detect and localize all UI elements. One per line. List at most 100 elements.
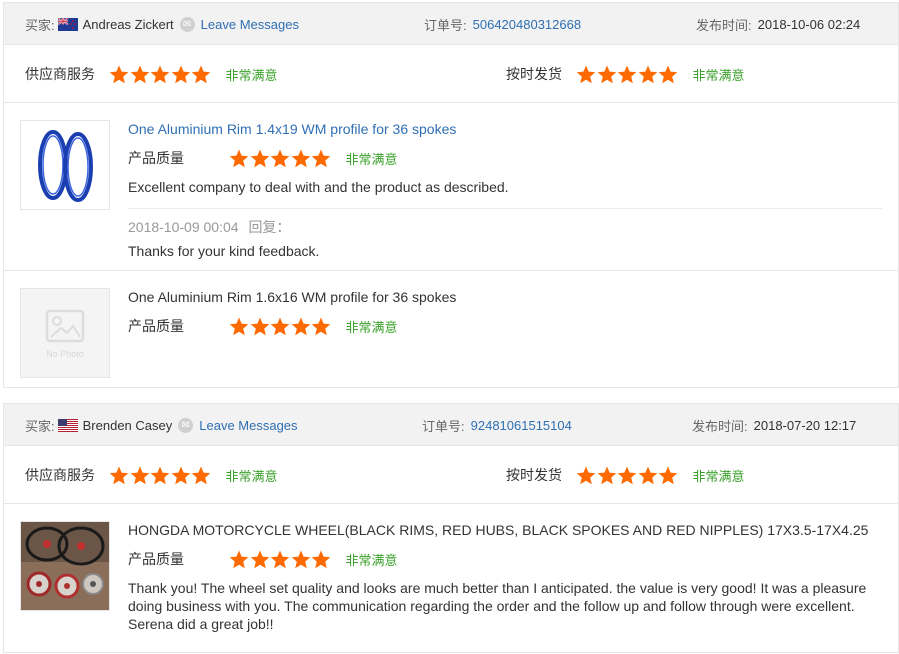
star-icon — [291, 550, 311, 569]
product-quality-stars — [229, 550, 332, 569]
star-icon — [109, 466, 129, 485]
review-header: 买家: Brenden Casey ✉ Leave Messages 订单号: … — [4, 404, 898, 446]
message-icon[interactable]: ✉ — [179, 16, 195, 32]
buyer-feedback: Thank you! The wheel set quality and loo… — [128, 580, 867, 632]
star-icon — [270, 550, 290, 569]
blue-rims-image — [21, 121, 109, 209]
star-icon — [597, 466, 617, 485]
product-quality-satisfaction: 非常满意 — [345, 552, 398, 568]
order-number-link[interactable]: 92481061515104 — [471, 418, 572, 433]
buyer-label: 买家: — [25, 418, 55, 434]
review-item: No Photo One Aluminium Rim 1.6x16 WM pro… — [4, 271, 898, 387]
product-quality-satisfaction: 非常满意 — [345, 151, 398, 167]
date-label: 发布时间: — [692, 418, 748, 434]
product-title: One Aluminium Rim 1.6x16 WM profile for … — [128, 289, 457, 305]
star-icon — [658, 65, 678, 84]
star-icon — [250, 550, 270, 569]
review-date: 2018-07-20 12:17 — [753, 417, 857, 433]
star-icon — [171, 466, 191, 485]
product-thumbnail[interactable]: No Photo — [20, 288, 110, 378]
reply-label: 回复： — [248, 219, 291, 235]
star-icon — [229, 550, 249, 569]
order-label: 订单号: — [422, 418, 465, 434]
star-icon — [109, 65, 129, 84]
star-icon — [270, 149, 290, 168]
leave-messages-link[interactable]: Leave Messages — [201, 17, 299, 32]
us-flag-icon — [57, 418, 78, 432]
product-quality-stars — [229, 317, 332, 336]
star-icon — [229, 149, 249, 168]
star-icon — [150, 65, 170, 84]
product-quality-label: 产品质量 — [128, 150, 184, 166]
buyer-feedback: Excellent company to deal with and the p… — [128, 179, 509, 195]
reply-time: 2018-10-09 00:04 — [128, 219, 239, 235]
star-icon — [250, 149, 270, 168]
order-number-link[interactable]: 506420480312668 — [473, 17, 581, 32]
review-card: 买家: Brenden Casey ✉ Leave Messages 订单号: … — [3, 403, 899, 653]
leave-messages-link[interactable]: Leave Messages — [199, 418, 297, 433]
star-icon — [658, 466, 678, 485]
star-icon — [597, 65, 617, 84]
star-icon — [311, 317, 331, 336]
reply-divider — [128, 208, 882, 209]
review-card: 买家: Andreas Zickert ✉ Leave Messages 订单号… — [3, 2, 899, 388]
star-icon — [130, 65, 150, 84]
no-photo-placeholder-icon: No Photo — [45, 309, 85, 359]
star-icon — [617, 466, 637, 485]
supplier-service-label: 供应商服务 — [25, 66, 95, 82]
date-label: 发布时间: — [696, 17, 752, 33]
star-icon — [311, 149, 331, 168]
on-time-shipping-satisfaction: 非常满意 — [692, 67, 745, 83]
star-icon — [191, 65, 211, 84]
star-icon — [150, 466, 170, 485]
order-label: 订单号: — [424, 17, 467, 33]
supplier-service-stars — [109, 65, 212, 84]
star-icon — [191, 466, 211, 485]
product-quality-label: 产品质量 — [128, 551, 184, 567]
on-time-shipping-label: 按时发货 — [506, 467, 562, 483]
buyer-name: Brenden Casey — [82, 417, 173, 433]
product-title: HONGDA MOTORCYCLE WHEEL(BLACK RIMS, RED … — [128, 522, 869, 538]
buyer-label: 买家: — [25, 17, 55, 33]
on-time-shipping-label: 按时发货 — [506, 66, 562, 82]
star-icon — [576, 65, 596, 84]
no-photo-text: No Photo — [46, 349, 84, 359]
product-thumbnail[interactable] — [20, 521, 110, 611]
review-date: 2018-10-06 02:24 — [757, 16, 861, 32]
seller-reply: Thanks for your kind feedback. — [128, 243, 320, 259]
star-icon — [638, 466, 658, 485]
supplier-service-satisfaction: 非常满意 — [225, 67, 278, 83]
seller-ratings: 供应商服务 非常满意 按时发货 非常满意 — [4, 446, 898, 504]
reply-meta: 2018-10-09 00:04 回复： — [128, 217, 882, 237]
star-icon — [171, 65, 191, 84]
star-icon — [229, 317, 249, 336]
buyer-name: Andreas Zickert — [82, 16, 174, 32]
product-quality-stars — [229, 149, 332, 168]
review-header: 买家: Andreas Zickert ✉ Leave Messages 订单号… — [4, 3, 898, 45]
on-time-shipping-satisfaction: 非常满意 — [692, 468, 745, 484]
star-icon — [311, 550, 331, 569]
product-quality-label: 产品质量 — [128, 318, 184, 334]
star-icon — [291, 317, 311, 336]
review-item: One Aluminium Rim 1.4x19 WM profile for … — [4, 103, 898, 271]
motorcycle-wheels-image — [21, 522, 109, 610]
star-icon — [617, 65, 637, 84]
message-icon[interactable]: ✉ — [178, 417, 194, 433]
product-thumbnail[interactable] — [20, 120, 110, 210]
star-icon — [638, 65, 658, 84]
star-icon — [130, 466, 150, 485]
on-time-shipping-stars — [576, 466, 679, 485]
star-icon — [291, 149, 311, 168]
supplier-service-stars — [109, 466, 212, 485]
nz-flag-icon — [57, 17, 78, 31]
supplier-service-label: 供应商服务 — [25, 467, 95, 483]
star-icon — [576, 466, 596, 485]
on-time-shipping-stars — [576, 65, 679, 84]
star-icon — [250, 317, 270, 336]
product-title-link[interactable]: One Aluminium Rim 1.4x19 WM profile for … — [128, 120, 882, 138]
supplier-service-satisfaction: 非常满意 — [225, 468, 278, 484]
star-icon — [270, 317, 290, 336]
seller-ratings: 供应商服务 非常满意 按时发货 非常满意 — [4, 45, 898, 103]
review-item: HONGDA MOTORCYCLE WHEEL(BLACK RIMS, RED … — [4, 504, 898, 652]
product-quality-satisfaction: 非常满意 — [345, 319, 398, 335]
